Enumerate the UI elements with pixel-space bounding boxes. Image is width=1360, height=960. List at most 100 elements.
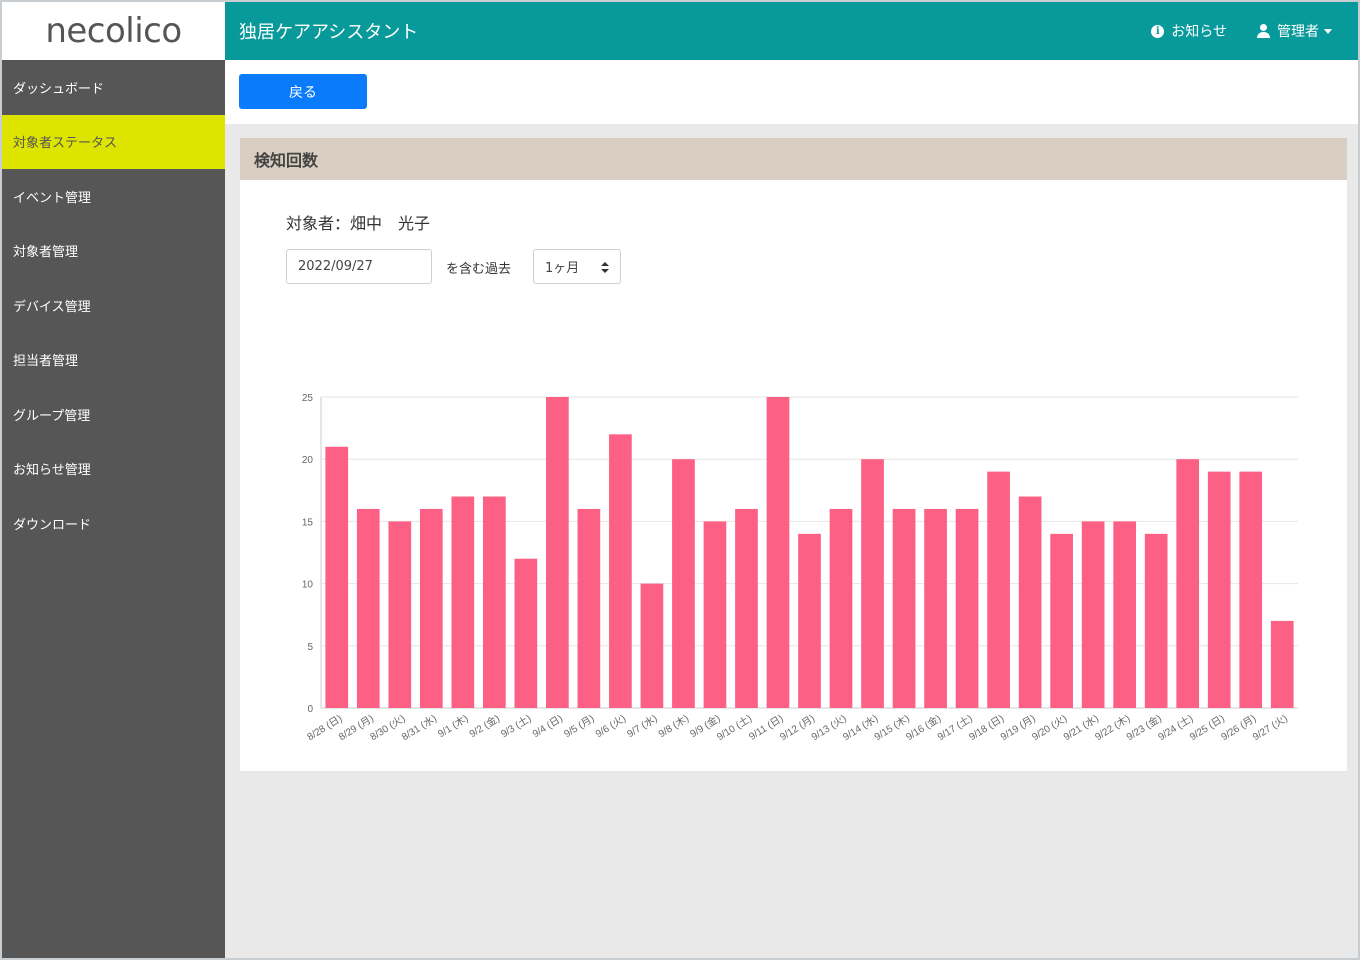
x-tick-label: 8/31 (水) xyxy=(400,712,439,743)
x-tick-label: 8/30 (火) xyxy=(368,712,407,743)
sidebar-item[interactable]: デバイス管理 xyxy=(2,278,225,333)
bar[interactable] xyxy=(987,471,1010,708)
bar[interactable] xyxy=(829,508,853,708)
bar[interactable] xyxy=(1113,521,1137,708)
button-bar: 戻る xyxy=(225,60,1358,124)
main-content: 戻る 検知回数 対象者：畑中 光子 を含む過去 1ヶ月 05101520258/… xyxy=(225,60,1358,958)
logo[interactable]: necolico xyxy=(2,2,225,60)
bar[interactable] xyxy=(482,496,506,708)
x-tick-label: 9/6 (火) xyxy=(593,712,628,740)
sidebar-item-label: お知らせ管理 xyxy=(13,463,91,479)
user-icon xyxy=(1257,24,1270,38)
x-tick-label: 9/3 (土) xyxy=(498,712,533,741)
logo-text: necolico xyxy=(45,11,182,51)
detection-count-panel: 検知回数 対象者：畑中 光子 を含む過去 1ヶ月 05101520258/28 … xyxy=(240,138,1347,771)
bar[interactable] xyxy=(1270,620,1294,708)
bar[interactable] xyxy=(356,508,380,708)
x-tick-label: 9/10 (土) xyxy=(714,712,754,744)
bar[interactable] xyxy=(1081,521,1105,708)
sidebar-item-label: グループ管理 xyxy=(13,408,91,424)
x-tick-label: 8/28 (日) xyxy=(306,713,345,743)
bar[interactable] xyxy=(1176,459,1200,708)
bar[interactable] xyxy=(1018,496,1042,708)
x-tick-label: 8/29 (月) xyxy=(337,712,376,743)
bar[interactable] xyxy=(1144,533,1168,708)
bar[interactable] xyxy=(325,446,349,708)
sidebar: necolico ダッシュボード 対象者ステータス イベント管理 対象者管理デバイス管… xyxy=(2,2,225,958)
caret-down-icon xyxy=(1324,28,1332,34)
sidebar-item[interactable]: グループ管理 xyxy=(2,387,225,442)
sidebar-item[interactable]: ダウンロード xyxy=(2,496,225,551)
notices-link[interactable]: i お知らせ xyxy=(1151,21,1227,41)
x-tick-label: 9/1 (木) xyxy=(436,712,471,740)
y-tick-label: 25 xyxy=(302,393,314,404)
bar[interactable] xyxy=(766,397,790,708)
y-tick-label: 5 xyxy=(307,642,313,653)
sidebar-item-label: 対象者ステータス xyxy=(13,136,118,152)
sidebar-item-label: 対象者管理 xyxy=(13,245,79,261)
app-title: 独居ケアアシスタント xyxy=(239,22,419,43)
x-tick-label: 9/14 (水) xyxy=(841,712,880,743)
x-tick-label: 9/15 (木) xyxy=(872,712,911,743)
y-tick-label: 0 xyxy=(307,704,313,715)
top-right-menu: i お知らせ 管理者 xyxy=(1151,21,1332,41)
x-tick-label: 9/16 (金) xyxy=(903,712,943,744)
user-label: 管理者 xyxy=(1277,24,1319,40)
top-bar: 独居ケアアシスタント i お知らせ 管理者 xyxy=(225,2,1358,60)
bar[interactable] xyxy=(735,508,758,708)
user-menu[interactable]: 管理者 xyxy=(1257,21,1332,41)
notices-label: お知らせ xyxy=(1171,24,1227,40)
sidebar-item-label: デバイス管理 xyxy=(13,299,91,315)
sidebar-item-label: 担当者管理 xyxy=(13,354,79,370)
bar[interactable] xyxy=(577,508,601,708)
bar[interactable] xyxy=(861,459,884,708)
sidebar-item[interactable]: イベント管理 xyxy=(2,169,225,224)
sidebar-item-label: イベント管理 xyxy=(13,190,92,206)
bar[interactable] xyxy=(546,397,569,708)
bar[interactable] xyxy=(1207,471,1231,708)
x-tick-label: 9/17 (土) xyxy=(935,712,975,744)
x-tick-label: 9/23 (金) xyxy=(1124,712,1164,744)
bar[interactable] xyxy=(1050,533,1073,708)
sidebar-item[interactable]: 対象者ステータス xyxy=(2,114,225,169)
x-tick-label: 9/18 (日) xyxy=(967,713,1006,743)
bar[interactable] xyxy=(640,583,664,708)
detection-bar-chart: 0 5 10 15 20 25 8/28 (日)8/29 (月)8/30 (火)8/31 (… xyxy=(302,393,1298,744)
x-tick-label: 9/11 (日) xyxy=(747,713,785,743)
bar[interactable] xyxy=(609,434,632,708)
back-button[interactable]: 戻る xyxy=(239,74,367,109)
x-tick-label: 9/25 (日) xyxy=(1188,713,1227,743)
x-tick-label: 9/2 (金) xyxy=(467,712,502,741)
x-tick-label: 9/21 (水) xyxy=(1061,712,1100,743)
bar[interactable] xyxy=(892,508,916,708)
x-tick-label: 9/27 (火) xyxy=(1250,712,1289,743)
bar[interactable] xyxy=(955,508,979,708)
bar[interactable] xyxy=(1239,471,1263,708)
y-tick-label: 15 xyxy=(302,517,314,528)
x-tick-label: 9/12 (月) xyxy=(778,712,817,743)
x-tick-label: 9/26 (月) xyxy=(1219,712,1258,743)
x-tick-label: 9/7 (水) xyxy=(625,712,660,740)
bar[interactable] xyxy=(514,558,538,708)
bar[interactable] xyxy=(419,508,443,708)
sidebar-item[interactable]: 担当者管理 xyxy=(2,333,225,388)
x-tick-label: 9/19 (月) xyxy=(998,712,1037,743)
x-tick-label: 9/22 (木) xyxy=(1093,712,1132,743)
bar[interactable] xyxy=(388,521,412,708)
y-tick-label: 20 xyxy=(302,455,314,466)
x-tick-label: 9/4 (日) xyxy=(531,713,565,740)
bar[interactable] xyxy=(924,508,947,708)
bar[interactable] xyxy=(798,533,821,708)
bar[interactable] xyxy=(703,521,727,708)
sidebar-item[interactable]: 対象者管理 xyxy=(2,224,225,279)
sidebar-nav: ダッシュボード 対象者ステータス イベント管理 対象者管理デバイス管理 担当者管理グルー… xyxy=(2,60,225,551)
x-tick-label: 9/5 (月) xyxy=(562,712,597,740)
bar[interactable] xyxy=(451,496,475,708)
sidebar-item[interactable]: お知らせ管理 xyxy=(2,442,225,497)
x-tick-label: 9/24 (土) xyxy=(1155,712,1195,744)
sidebar-item-label: ダウンロード xyxy=(13,517,92,533)
sidebar-item-label: ダッシュボード xyxy=(13,81,105,97)
bar[interactable] xyxy=(672,459,695,708)
sidebar-item[interactable]: ダッシュボード xyxy=(2,60,225,115)
x-tick-label: 9/13 (火) xyxy=(809,712,848,743)
